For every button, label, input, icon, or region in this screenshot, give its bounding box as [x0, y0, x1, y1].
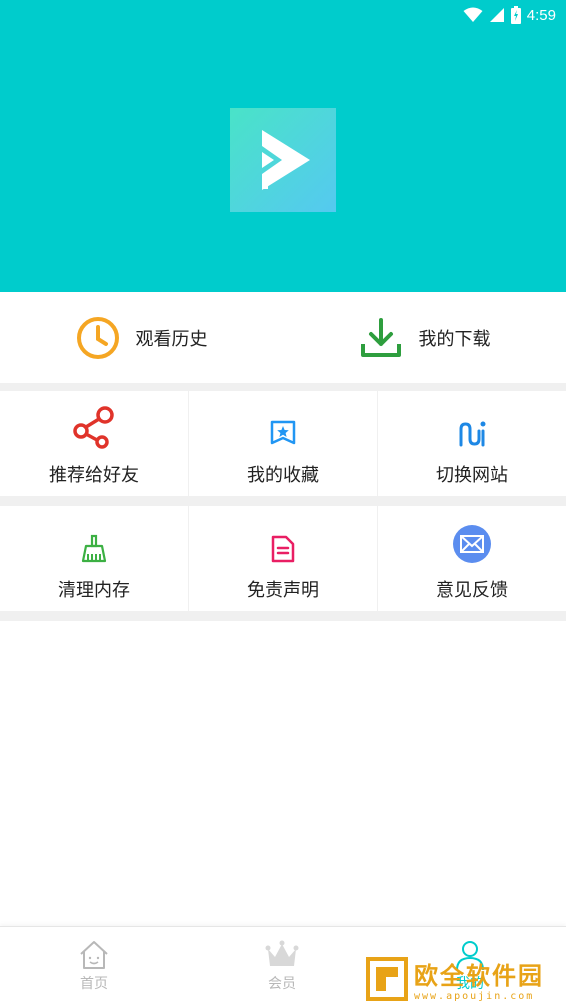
section-divider — [0, 383, 566, 391]
switch-icon — [459, 421, 486, 447]
broom-icon — [81, 534, 107, 563]
watch-history-label: 观看历史 — [135, 328, 208, 350]
battery-icon — [510, 6, 521, 24]
watch-history-button[interactable]: 观看历史 — [0, 292, 283, 383]
signal-icon — [489, 8, 504, 22]
my-downloads-button[interactable]: 我的下载 — [283, 292, 566, 383]
clear-memory-button[interactable]: 清理内存 — [0, 506, 188, 611]
disclaimer-button[interactable]: 免责声明 — [189, 506, 377, 611]
play-logo-icon — [262, 130, 310, 190]
crown-icon — [265, 940, 299, 966]
grid-bottom-divider — [0, 611, 566, 621]
download-icon — [360, 317, 401, 357]
switch-site-button[interactable]: 切换网站 — [378, 391, 566, 496]
status-bar: 4:59 — [0, 0, 566, 30]
home-icon — [80, 941, 108, 969]
switch-site-label: 切换网站 — [436, 465, 508, 486]
share-icon — [73, 406, 114, 449]
grid-row-divider — [0, 496, 566, 506]
watermark-title: 欧全软件园 — [414, 962, 544, 990]
feature-grid-row-1: 推荐给好友 我的收藏 切换网站 — [0, 391, 566, 496]
app-logo — [230, 108, 336, 212]
disclaimer-label: 免责声明 — [247, 580, 319, 601]
my-favorites-button[interactable]: 我的收藏 — [189, 391, 377, 496]
my-favorites-label: 我的收藏 — [247, 465, 319, 486]
watermark-logo-icon — [366, 957, 408, 1001]
profile-screen: 4:59 观看历史 我的下载 推荐给好友 我的收藏 切换网站 清理内存 免责声明… — [0, 0, 566, 1006]
bookmark-star-icon — [270, 420, 296, 445]
mail-icon — [453, 525, 491, 563]
site-watermark: 欧全软件园 www.apoujin.com — [366, 956, 562, 1002]
wifi-icon — [463, 7, 483, 22]
my-downloads-label: 我的下载 — [418, 328, 491, 350]
document-icon — [271, 535, 295, 563]
share-to-friend-label: 推荐给好友 — [49, 465, 139, 486]
share-to-friend-button[interactable]: 推荐给好友 — [0, 391, 188, 496]
nav-member-label: 会员 — [268, 976, 296, 992]
feedback-label: 意见反馈 — [436, 580, 508, 601]
clock-icon — [76, 316, 119, 359]
watermark-url: www.apoujin.com — [414, 991, 535, 1002]
quick-actions: 观看历史 我的下载 — [0, 292, 566, 383]
nav-home[interactable]: 首页 — [0, 927, 188, 1006]
clear-memory-label: 清理内存 — [58, 580, 130, 601]
nav-member[interactable]: 会员 — [188, 927, 376, 1006]
profile-header: 4:59 — [0, 0, 566, 292]
nav-home-label: 首页 — [80, 976, 108, 992]
feedback-button[interactable]: 意见反馈 — [378, 506, 566, 611]
status-time: 4:59 — [526, 6, 556, 24]
feature-grid-row-2: 清理内存 免责声明 意见反馈 — [0, 506, 566, 611]
